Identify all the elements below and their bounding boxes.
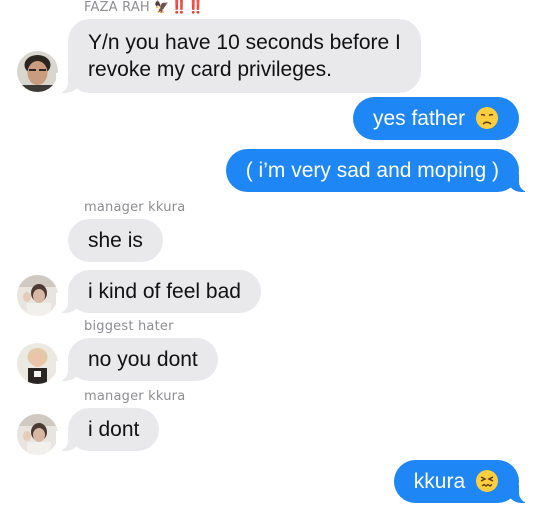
confounded-face-emoji <box>475 469 499 493</box>
outgoing-message[interactable]: kkura <box>393 460 532 503</box>
avatar[interactable] <box>17 275 58 316</box>
outgoing-message[interactable]: yes father <box>352 97 519 140</box>
incoming-message[interactable]: she is <box>68 219 163 262</box>
sender-name: manager kkura <box>84 200 186 215</box>
incoming-message[interactable]: no you dont <box>56 338 218 381</box>
sender-name: FAZA RAH 🦅 ‼️‼️ <box>84 0 205 15</box>
message-thread: FAZA RAH 🦅 ‼️‼️ Y/n you have 10 seconds b… <box>0 0 540 519</box>
sender-name: manager kkura <box>84 389 186 404</box>
avatar[interactable] <box>17 51 58 92</box>
double-exclamation-icon: ‼️‼️ <box>171 0 205 15</box>
avatar[interactable] <box>17 414 58 455</box>
disappointed-face-emoji <box>475 106 499 130</box>
eagle-icon: 🦅 <box>154 0 170 14</box>
avatar[interactable] <box>17 343 58 384</box>
incoming-message[interactable]: i dont <box>55 408 160 451</box>
incoming-message[interactable]: i kind of feel bad <box>56 270 261 313</box>
outgoing-message[interactable]: ( i’m very sad and moping ) <box>225 149 532 192</box>
sender-name: biggest hater <box>84 319 174 334</box>
incoming-message[interactable]: Y/n you have 10 seconds before I revoke … <box>56 19 421 93</box>
